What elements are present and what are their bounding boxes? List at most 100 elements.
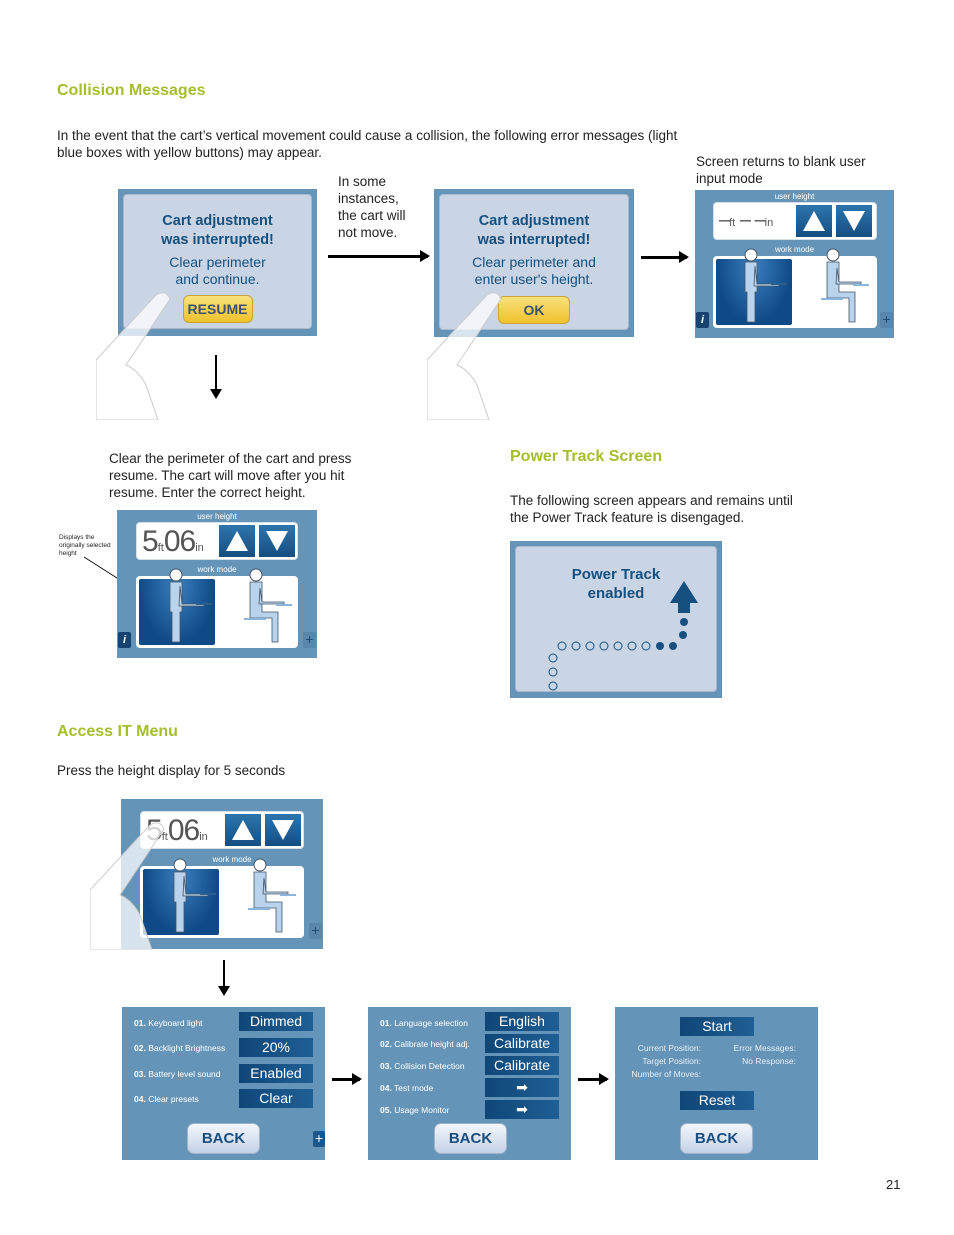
position-stats: Current Position: Target Position: Numbe… [632, 1042, 701, 1081]
in-unit: in [764, 217, 774, 229]
arrow-down-icon [218, 960, 230, 996]
ft-unit: ft [729, 217, 736, 229]
backlight-brightness-button[interactable]: 20% [239, 1038, 313, 1057]
start-button[interactable]: Start [680, 1017, 754, 1036]
access-menu-page-2: 01. Language selection English 02. Calib… [368, 1007, 571, 1160]
collision-dialog: Cart adjustment was interrupted! Clear p… [439, 194, 629, 330]
access-heading: Access IT Menu [57, 723, 178, 740]
no-response-label: No Response: [742, 1056, 796, 1066]
in-unit: in [199, 831, 208, 843]
dialog-message: Clear perimeter and enter user's height. [472, 254, 596, 287]
menu-item-label: 04. Clear presets [134, 1094, 199, 1104]
menu-item-label: 01. Language selection [380, 1018, 468, 1028]
work-mode-selector [713, 256, 877, 328]
power-track-dots-icon [548, 581, 698, 691]
menu-item-label: 04. Test mode [380, 1083, 434, 1093]
menu-item-label: 03. Collision Detection [380, 1061, 465, 1071]
inches-value: – – [739, 209, 766, 231]
ok-button[interactable]: OK [498, 296, 570, 324]
note-no-move: In some instances, the cart will not mov… [338, 174, 406, 240]
dialog-title: Cart adjustment was interrupted! [161, 213, 274, 248]
access-text: Press the height display for 5 seconds [57, 763, 286, 778]
clear-presets-button[interactable]: Clear [239, 1089, 313, 1108]
arrow-down-icon [210, 355, 222, 399]
power-track-screen: Power Track enabled [510, 541, 722, 698]
back-button[interactable]: BACK [680, 1123, 753, 1154]
power-track-text: The following screen appears and remains… [510, 493, 793, 525]
blank-height-screen: user height –ft – –in work mode i + [695, 190, 894, 338]
menu-item-label: 02. Backlight Brightness [134, 1043, 226, 1053]
height-down-button[interactable] [259, 525, 295, 557]
collision-dialog-screen-1: Cart adjustment was interrupted! Clear p… [118, 189, 317, 336]
target-position-label: Target Position: [642, 1056, 701, 1066]
sitting-person-icon[interactable] [236, 568, 296, 648]
height-down-button[interactable] [265, 814, 301, 846]
plus-button[interactable]: + [313, 1131, 325, 1147]
arrow-right-icon [578, 1073, 609, 1085]
language-button[interactable]: English [485, 1012, 559, 1031]
height-up-button[interactable] [225, 814, 261, 846]
height-up-button[interactable] [219, 525, 255, 557]
work-mode-selector [140, 866, 304, 938]
arrow-right-icon [641, 251, 689, 263]
collision-dialog-screen-2: Cart adjustment was interrupted! Clear p… [434, 189, 634, 337]
test-mode-arrow-button[interactable]: ➡ [485, 1078, 559, 1097]
inches-value: 06 [167, 814, 200, 847]
in-unit: in [195, 542, 204, 554]
error-stats: Error Messages: No Response: [734, 1042, 796, 1068]
back-button[interactable]: BACK [187, 1123, 260, 1154]
usage-monitor-arrow-button[interactable]: ➡ [485, 1100, 559, 1119]
plus-button[interactable]: + [309, 923, 322, 939]
power-track-heading: Power Track Screen [510, 448, 663, 465]
height-screen-press: 5ft06in work mode + [121, 799, 323, 949]
reset-button[interactable]: Reset [680, 1091, 754, 1110]
plus-button[interactable]: + [880, 312, 893, 328]
resume-button[interactable]: RESUME [182, 295, 253, 323]
menu-item-label: 05. Usage Monitor [380, 1105, 450, 1115]
feet-value: – [719, 209, 730, 231]
dialog-title: Cart adjustment was interrupted! [477, 213, 591, 248]
height-down-button[interactable] [836, 205, 872, 237]
number-of-moves-label: Number of Moves: [631, 1069, 701, 1079]
height-display[interactable]: 5ft06in [140, 811, 304, 849]
calibrate-height-button[interactable]: Calibrate [485, 1034, 559, 1053]
collision-heading: Collision Messages [57, 82, 206, 99]
error-messages-label: Error Messages: [733, 1043, 796, 1053]
back-button[interactable]: BACK [434, 1123, 507, 1154]
feet-value: 5 [142, 525, 159, 558]
battery-sound-button[interactable]: Enabled [239, 1064, 313, 1083]
info-button[interactable]: i [696, 312, 709, 328]
user-height-label: user height [774, 192, 815, 201]
current-position-label: Current Position: [637, 1043, 701, 1053]
sitting-person-icon[interactable] [240, 858, 300, 938]
standing-person-icon [733, 248, 793, 328]
usage-monitor-screen: Start Current Position: Target Position:… [615, 1007, 818, 1160]
height-display[interactable]: 5ft06in [136, 522, 298, 560]
calibrate-collision-button[interactable]: Calibrate [485, 1056, 559, 1075]
menu-item-label: 01. Keyboard light [134, 1018, 203, 1028]
power-track-dialog: Power Track enabled [515, 546, 717, 692]
plus-button[interactable]: + [303, 632, 316, 648]
work-mode-selector [136, 576, 298, 648]
menu-item-label: 03. Battery level sound [134, 1069, 221, 1079]
height-screen: user height 5ft06in work mode i + [117, 510, 317, 658]
access-menu-page-1: 01. Keyboard light Dimmed 02. Backlight … [122, 1007, 325, 1160]
collision-intro: In the event that the cart’s vertical mo… [57, 128, 678, 160]
page-number: 21 [886, 1177, 901, 1192]
standing-person-icon [158, 568, 218, 648]
arrow-right-icon [328, 250, 430, 262]
info-button[interactable]: i [118, 632, 131, 648]
collision-dialog: Cart adjustment was interrupted! Clear p… [123, 194, 312, 329]
menu-item-label: 02. Calibrate height adj. [380, 1039, 470, 1049]
inches-value: 06 [163, 525, 196, 558]
height-display[interactable]: –ft – –in [713, 202, 877, 240]
keyboard-light-button[interactable]: Dimmed [239, 1012, 313, 1031]
sitting-person-icon[interactable] [813, 248, 873, 328]
dialog-message: Clear perimeter and continue. [169, 254, 266, 287]
note-returns: Screen returns to blank user input mode [696, 154, 866, 186]
arrow-right-icon [332, 1073, 362, 1085]
collision-after-text: Clear the perimeter of the cart and pres… [109, 451, 352, 500]
height-up-button[interactable] [796, 205, 832, 237]
user-height-label: user height [197, 512, 237, 521]
feet-value: 5 [146, 814, 163, 847]
